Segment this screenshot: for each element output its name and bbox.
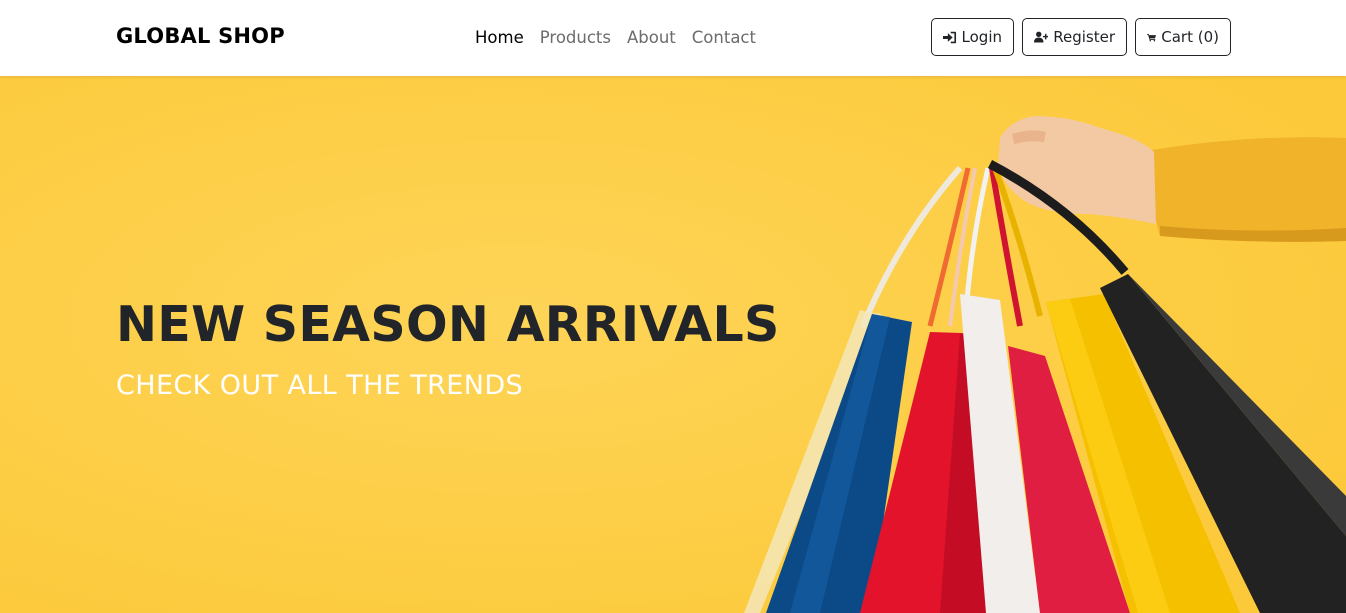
cart-button[interactable]: Cart (0) [1135,18,1231,56]
nav-link-products[interactable]: Products [540,27,611,49]
register-label: Register [1053,28,1115,46]
hero-title: NEW SEASON ARRIVALS [116,296,780,353]
hero-banner: NEW SEASON ARRIVALS CHECK OUT ALL THE TR… [0,76,1346,613]
nav-links: Home Products About Contact [475,27,756,49]
shopping-cart-icon [1147,33,1157,41]
nav-link-about[interactable]: About [627,27,676,49]
nav-link-contact[interactable]: Contact [692,27,756,49]
login-label: Login [961,28,1002,46]
user-plus-icon [1034,31,1049,43]
cart-label: Cart (0) [1161,28,1219,46]
login-button[interactable]: Login [931,18,1014,56]
nav-buttons: Login Register Cart (0) [931,18,1231,56]
nav-link-home[interactable]: Home [475,27,524,49]
navbar: GLOBAL SHOP Home Products About Contact … [0,0,1346,76]
hero-subtitle: CHECK OUT ALL THE TRENDS [116,370,524,401]
brand-logo[interactable]: GLOBAL SHOP [116,24,285,48]
sign-in-icon [943,31,957,43]
register-button[interactable]: Register [1022,18,1127,56]
